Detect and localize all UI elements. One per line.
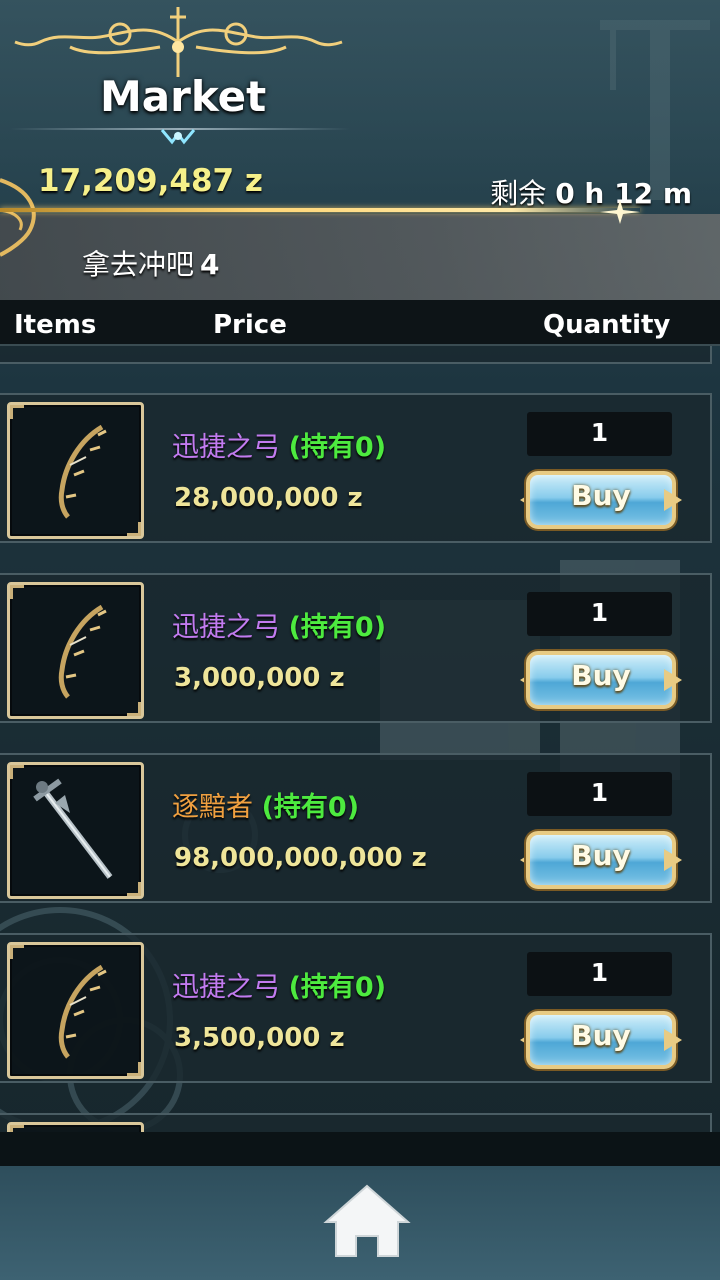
column-price: Price [213, 310, 287, 340]
owned-count: (持有0) [261, 792, 360, 823]
item-name: 迅捷之弓 (持有0) [172, 965, 386, 1004]
item-price: 28,000,000 z [174, 483, 363, 513]
remaining-timer: 剩余 0 h 12 m [490, 172, 692, 212]
item-thumbnail[interactable] [7, 402, 144, 539]
header-gold-divider [0, 208, 640, 212]
list-item: 迅捷之弓 (持有0) 3,000,000 z 1 Buy [0, 573, 712, 723]
quantity-field[interactable]: 1 [527, 772, 672, 816]
buy-button-label: Buy [571, 1019, 631, 1052]
buy-button[interactable]: Buy [520, 467, 682, 533]
bow-icon [58, 604, 107, 699]
refresh-count-label: 拿去冲吧 4 [82, 243, 220, 283]
buy-button[interactable]: Buy [520, 827, 682, 893]
item-thumbnail[interactable] [7, 1122, 144, 1132]
buy-button[interactable]: Buy [520, 647, 682, 713]
quantity-field[interactable]: 1 [527, 412, 672, 456]
item-thumbnail[interactable] [7, 762, 144, 899]
gem-icon [160, 129, 196, 145]
item-name: 迅捷之弓 (持有0) [172, 425, 386, 464]
bow-icon [58, 424, 107, 519]
item-price: 3,000,000 z [174, 663, 345, 693]
column-header: Items Price Quantity [0, 300, 720, 346]
item-title: 迅捷之弓 [172, 612, 280, 643]
item-thumbnail[interactable] [7, 942, 144, 1079]
buy-button-label: Buy [571, 839, 631, 872]
item-list[interactable]: 迅捷之弓 (持有0) 28,000,000 z 1 Buy 迅捷之弓 (持有0)… [0, 346, 720, 1132]
owned-count: (持有0) [288, 432, 387, 463]
item-price: 98,000,000,000 z [174, 843, 427, 873]
list-item: 迅捷之弓 (持有0) 3,500,000 z 1 Buy [0, 933, 712, 1083]
dagger-icon [33, 778, 113, 879]
bow-icon [58, 964, 107, 1059]
list-item: 逐黯者 (持有0) 98,000,000,000 z 1 Buy [0, 753, 712, 903]
page-title: Market [100, 72, 267, 121]
column-quantity: Quantity [543, 310, 671, 340]
item-name: 迅捷之弓 (持有0) [172, 605, 386, 644]
refresh-text: 拿去冲吧 [82, 248, 195, 281]
owned-count: (持有0) [288, 972, 387, 1003]
buy-button-label: Buy [571, 479, 631, 512]
item-price: 3,500,000 z [174, 1023, 345, 1053]
buy-button-label: Buy [571, 659, 631, 692]
corner-swirl-ornament [0, 178, 36, 257]
item-name: 逐黯者 (持有0) [172, 785, 359, 824]
buy-button[interactable]: Buy [520, 1007, 682, 1073]
bottom-divider [0, 1132, 720, 1166]
item-title: 逐黯者 [172, 792, 253, 823]
list-item: 迅捷之弓 (持有0) 28,000,000 z 1 Buy [0, 393, 712, 543]
refresh-count: 4 [200, 248, 220, 281]
quantity-field[interactable]: 1 [527, 952, 672, 996]
quantity-field[interactable]: 1 [527, 592, 672, 636]
item-thumbnail[interactable] [7, 582, 144, 719]
zeny-balance: 17,209,487 z [38, 163, 263, 199]
timer-prefix: 剩余 [490, 177, 547, 210]
home-icon[interactable] [322, 1182, 412, 1260]
item-title: 迅捷之弓 [172, 432, 280, 463]
list-item-partial-bottom [0, 1113, 712, 1132]
title-ornament [14, 7, 343, 77]
sparkle-icon [600, 200, 640, 224]
owned-count: (持有0) [288, 612, 387, 643]
list-item-partial-top [0, 346, 712, 364]
column-items: Items [14, 310, 97, 340]
item-title: 迅捷之弓 [172, 972, 280, 1003]
